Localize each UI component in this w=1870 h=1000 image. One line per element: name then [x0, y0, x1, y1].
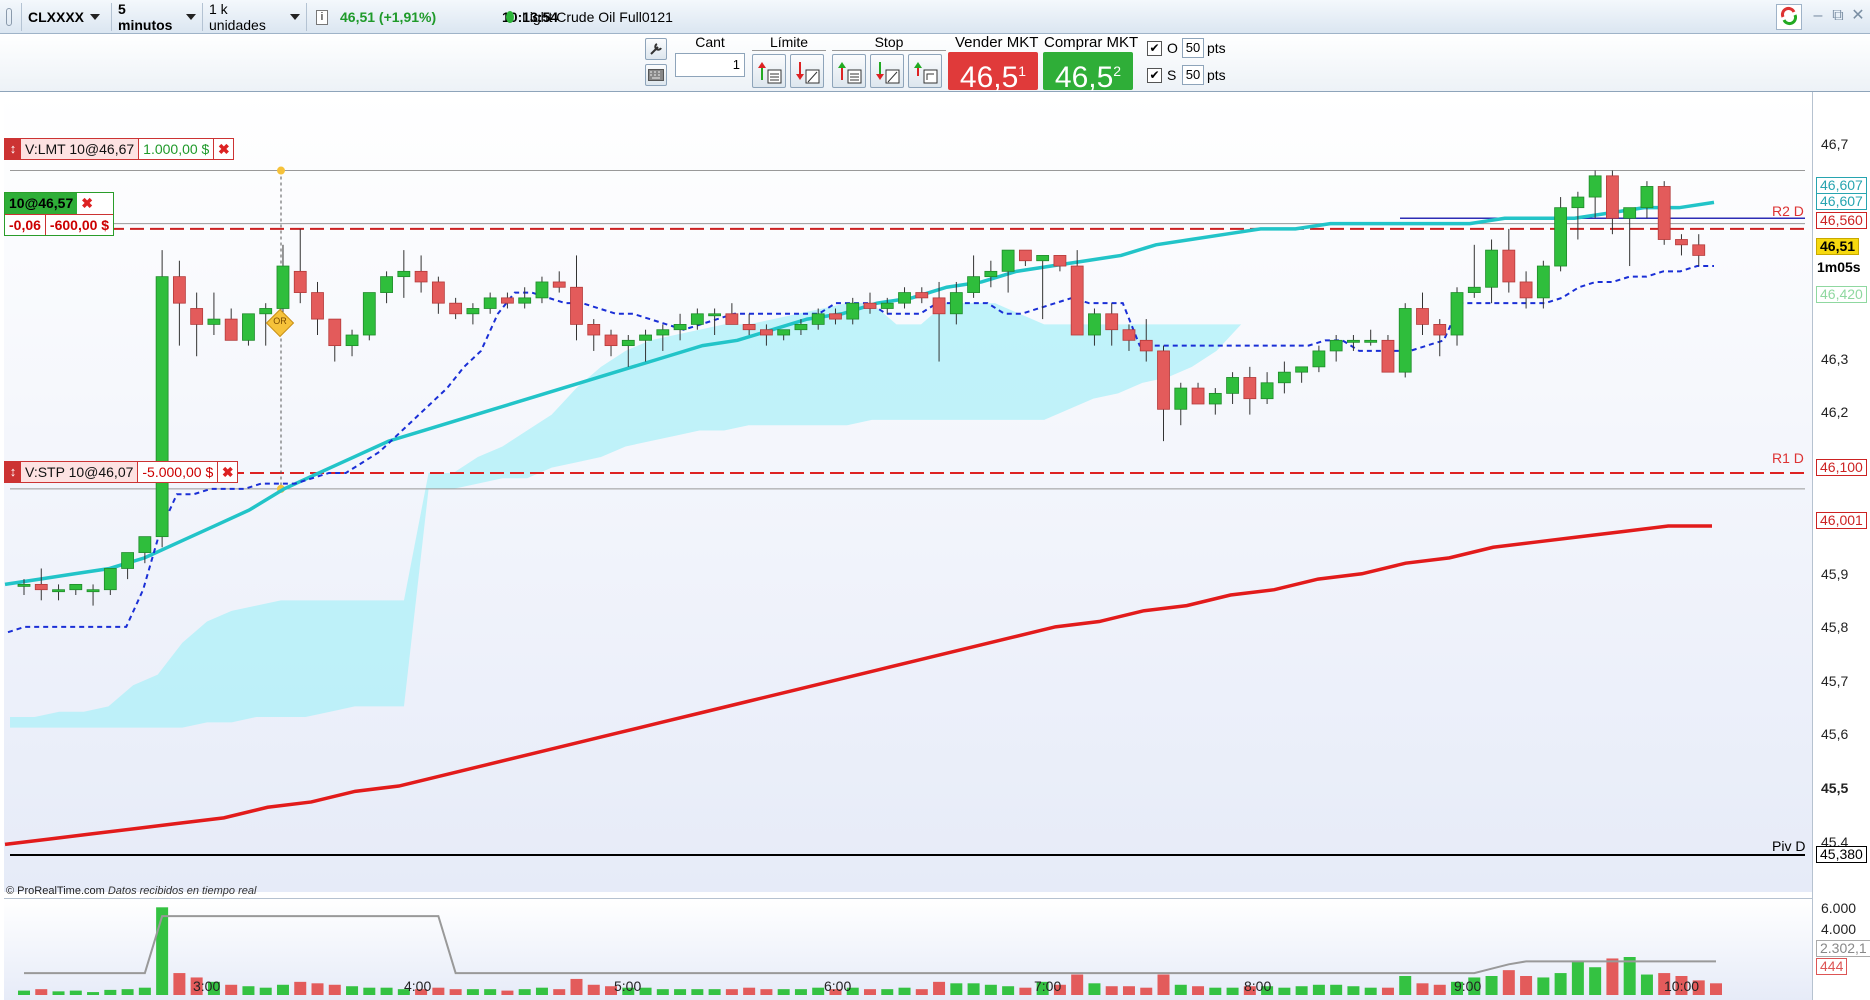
volume-bar	[259, 987, 272, 995]
volume-bar	[173, 973, 186, 995]
volume-bar	[950, 983, 963, 995]
volume-bar	[1399, 976, 1412, 995]
volume-bar	[691, 989, 704, 995]
volume-canvas	[18, 907, 1722, 995]
volume-bar	[570, 978, 583, 995]
volume-bar	[777, 989, 790, 995]
volume-bar	[1606, 958, 1619, 995]
volume-bar	[1019, 987, 1032, 995]
volume-bar	[933, 981, 946, 995]
volume-bar	[363, 987, 376, 995]
volume-bar	[18, 990, 30, 995]
volume-bar	[1640, 974, 1653, 995]
volume-bar	[156, 907, 169, 995]
x-tick: 5:00	[614, 978, 642, 994]
volume-bar	[1157, 974, 1170, 995]
volume-bar	[1312, 984, 1325, 995]
volume-bar	[1140, 987, 1153, 995]
volume-bar	[1088, 983, 1101, 995]
volume-bar	[380, 987, 393, 995]
volume-bar	[1174, 984, 1187, 995]
volume-bar	[1381, 987, 1394, 995]
volume-bar	[1571, 961, 1584, 995]
volume-bar	[1347, 986, 1360, 995]
volume-bar	[104, 989, 117, 995]
volume-bar	[1105, 986, 1118, 995]
volume-bar	[1485, 976, 1498, 995]
volume-bar	[1295, 986, 1308, 995]
volume-bar	[1710, 983, 1722, 995]
volume-bar	[484, 989, 497, 995]
volume-bar	[656, 989, 669, 995]
volume-bar	[1192, 986, 1205, 995]
volume-bar	[1537, 977, 1550, 995]
volume-bar	[881, 989, 894, 995]
volume-bar	[743, 987, 756, 995]
volume-bar	[1433, 984, 1446, 995]
volume-bar	[242, 986, 255, 995]
volume-bar	[898, 987, 911, 995]
volume-bar	[915, 989, 928, 995]
volume-bar	[812, 987, 825, 995]
volume-bar	[518, 989, 531, 995]
realtime-text: Datos recibidos en tiempo real	[107, 885, 257, 897]
volume-bar	[121, 989, 134, 995]
volume-bar	[1122, 986, 1135, 995]
volume-bar	[794, 989, 807, 995]
volume-bar	[1554, 973, 1567, 995]
x-tick: 10:00	[1664, 978, 1700, 994]
volume-bar	[725, 989, 738, 995]
volume-average-line	[24, 915, 1716, 975]
volume-bar	[1278, 987, 1291, 995]
volume-bar	[52, 991, 65, 995]
volume-bar	[553, 989, 566, 995]
volume-bar	[1330, 984, 1343, 995]
volume-bar	[1623, 957, 1636, 995]
volume-bar	[1589, 967, 1602, 995]
volume-bar	[1364, 987, 1377, 995]
copyright-text: © ProRealTime.com	[6, 885, 105, 897]
volume-bar	[35, 989, 48, 995]
volume-bar	[1502, 970, 1515, 995]
volume-bar	[760, 989, 773, 995]
volume-bar	[1209, 987, 1222, 995]
volume-bar	[674, 989, 687, 995]
volume-bar	[587, 984, 600, 995]
volume-bar	[1226, 987, 1239, 995]
volume-bar	[864, 989, 876, 995]
volume-bar	[967, 983, 980, 995]
x-tick: 7:00	[1034, 978, 1062, 994]
volume-bar	[138, 987, 151, 995]
volume-bar	[276, 984, 289, 995]
x-tick: 4:00	[404, 978, 432, 994]
volume-bar	[466, 989, 479, 995]
copyright: © ProRealTime.com Datos recibidos en tie…	[6, 885, 256, 897]
volume-bar	[294, 981, 307, 995]
volume-bar	[69, 990, 82, 995]
volume-bar	[328, 984, 341, 995]
volume-bar	[346, 986, 359, 995]
volume-bar	[432, 987, 445, 995]
trading-window: CLXXXX 5 minutos 1 k unidades i 46,51 (+…	[0, 0, 1870, 1000]
volume-bar	[87, 992, 100, 995]
volume-bar	[1520, 976, 1533, 995]
volume-bar	[1416, 983, 1429, 995]
volume-bar	[225, 984, 238, 995]
volume-bar	[535, 987, 548, 995]
x-tick: 9:00	[1454, 978, 1482, 994]
x-tick: 3:00	[193, 978, 221, 994]
volume-bar	[708, 989, 721, 995]
volume-bar	[1002, 986, 1015, 995]
x-tick: 6:00	[824, 978, 852, 994]
volume-bar	[1071, 974, 1084, 995]
volume-bar	[984, 984, 997, 995]
volume-bar	[501, 990, 514, 995]
x-tick: 8:00	[1244, 978, 1272, 994]
volume-bar	[449, 989, 462, 995]
volume-bar	[639, 987, 652, 995]
volume-bar	[311, 983, 324, 995]
